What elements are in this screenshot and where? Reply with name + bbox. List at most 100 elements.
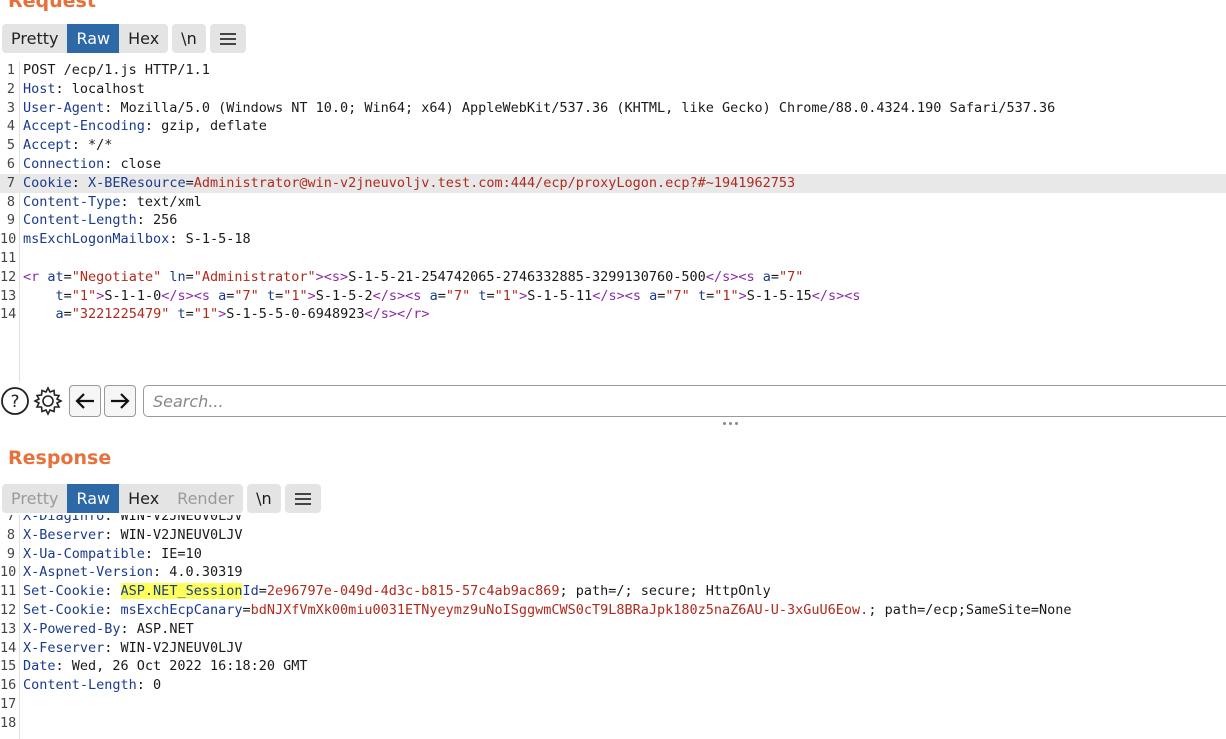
code-token: a [55, 306, 64, 323]
tab-raw[interactable]: Raw [67, 24, 120, 53]
code-line[interactable]: 12 <r at="Negotiate" ln="Administrator"><… [0, 268, 1226, 287]
previous-match-button[interactable] [69, 385, 101, 417]
request-tab-bar: Pretty Raw Hex \n [2, 24, 246, 53]
request-editor[interactable]: 1 POST /ecp/1.js HTTP/1.1 2 Host: localhost… [0, 61, 1226, 382]
code-token: = [63, 306, 72, 323]
code-token: Cookie [23, 174, 72, 191]
tab-render[interactable]: Render [168, 484, 243, 513]
code-line[interactable]: 9 X-Ua-Compatible: IE=10 [0, 545, 1226, 564]
code-token: : 4.0.30319 [153, 564, 243, 581]
code-line[interactable]: 5 Accept: */* [0, 136, 1226, 155]
code-token: "7" [665, 287, 690, 304]
code-token: at [47, 268, 64, 285]
code-token: = [185, 268, 194, 285]
newline-toggle-button[interactable]: \n [172, 24, 206, 53]
line-number: 13 [0, 620, 17, 637]
code-token: = [185, 174, 194, 191]
code-line[interactable]: 13 X-Powered-By: ASP.NET [0, 620, 1226, 639]
code-token: X-Powered-By [23, 620, 121, 637]
code-token: : */* [71, 137, 113, 154]
code-token: : WIN-V2JNEUV0LJV [104, 515, 243, 524]
request-menu-button[interactable] [209, 24, 246, 53]
drag-handle-icon[interactable] [720, 418, 740, 428]
line-number: 11 [0, 583, 17, 600]
code-line[interactable]: 15 Date: Wed, 26 Oct 2022 16:18:20 GMT [0, 657, 1226, 676]
hamburger-menu-icon [219, 32, 236, 45]
line-number: 16 [0, 677, 17, 694]
code-token: X-Beserver [23, 526, 105, 543]
response-menu-button[interactable] [284, 484, 321, 513]
next-match-button[interactable] [104, 385, 136, 417]
tab-hex[interactable]: Hex [119, 484, 168, 513]
code-text: <r at="Negotiate" ln="Administrator"><s>… [23, 268, 803, 287]
code-line[interactable]: 9 Content-Length: 256 [0, 211, 1226, 230]
search-input[interactable] [143, 385, 1226, 417]
code-line[interactable]: 3 User-Agent: Mozilla/5.0 (Windows NT 10.… [0, 99, 1226, 118]
code-token: t [697, 287, 707, 304]
code-line[interactable]: 11 [0, 249, 1226, 268]
code-token: POST /ecp/1.js HTTP/1.1 [23, 62, 210, 78]
code-line[interactable]: 8 Content-Type: text/xml [0, 193, 1226, 212]
code-text: X-Powered-By: ASP.NET [23, 620, 194, 639]
code-token: User-Agent [23, 99, 105, 116]
newline-toggle-button[interactable]: \n [247, 484, 281, 513]
code-line[interactable]: 6 Connection: close [0, 155, 1226, 174]
tab-raw[interactable]: Raw [67, 484, 120, 513]
code-token: = [63, 268, 72, 285]
code-line[interactable]: 12 Set-Cookie: msExchEcpCanary=bdNJXfVmXk… [0, 601, 1226, 620]
line-number: 12 [0, 268, 17, 285]
code-line[interactable]: 14 X-Feserver: WIN-V2JNEUV0LJV [0, 639, 1226, 658]
line-number: 4 [6, 118, 15, 135]
code-token: = [242, 602, 251, 618]
code-token: "1" [283, 287, 308, 304]
tab-hex[interactable]: Hex [119, 24, 168, 53]
code-line[interactable]: 7 Cookie: X-BEResource=Administrator@win-… [0, 173, 1226, 193]
search-bar: ? [0, 385, 1226, 417]
code-token: 2e96797e-049d-4d3c-b815-57c4ab9ac869 [266, 583, 560, 600]
code-token: > [519, 287, 528, 304]
code-token: "1" [494, 287, 520, 304]
tab-pretty[interactable]: Pretty [2, 24, 67, 53]
code-token: ; path=/; secure; HttpOnly [559, 583, 771, 600]
code-line[interactable]: 16 Content-Length: 0 [0, 676, 1226, 695]
code-token: msExchEcpCanary [120, 602, 243, 618]
code-line[interactable]: 7 X-DiagInfo: WIN-V2JNEUV0LJV [0, 515, 1226, 526]
code-token: : S-1-5-18 [169, 231, 251, 248]
code-token: t [55, 287, 64, 304]
code-line[interactable]: 14 a="3221225479" t="1">S-1-5-5-0-694892… [0, 305, 1226, 324]
code-line[interactable]: 1 POST /ecp/1.js HTTP/1.1 [0, 61, 1226, 80]
code-token: "Negotiate" [71, 268, 162, 285]
code-line[interactable]: 2 Host: localhost [0, 80, 1226, 99]
code-text: Connection: close [23, 155, 161, 174]
code-line[interactable]: 10 msExchLogonMailbox: S-1-5-18 [0, 230, 1226, 249]
code-line[interactable]: 18 [0, 714, 1226, 733]
code-token: a [429, 287, 438, 304]
code-token: "7" [779, 268, 804, 285]
code-text: X-Feserver: WIN-V2JNEUV0LJV [23, 639, 242, 658]
request-view-tabs: Pretty Raw Hex [2, 24, 169, 53]
code-line[interactable]: 11 Set-Cookie: ASP.NET_SessionId=2e96797e… [0, 582, 1226, 601]
code-token: </s><s [161, 287, 219, 304]
code-text: Date: Wed, 26 Oct 2022 16:18:20 GMT [23, 657, 307, 676]
code-text: Content-Length: 0 [23, 676, 161, 695]
code-line[interactable]: 10 X-Aspnet-Version: 4.0.30319 [0, 563, 1226, 582]
code-line[interactable]: 4 Accept-Encoding: gzip, deflate [0, 117, 1226, 136]
code-token: S-1-1-0 [104, 287, 162, 304]
code-text: a="3221225479" t="1">S-1-5-5-0-6948923</… [23, 305, 430, 324]
response-editor[interactable]: 7 X-DiagInfo: WIN-V2JNEUV0LJV 8 X-Beserver:… [0, 515, 1226, 739]
code-line[interactable]: 8 X-Beserver: WIN-V2JNEUV0LJV [0, 526, 1226, 545]
help-button[interactable]: ? [0, 386, 30, 416]
code-line[interactable]: 17 [0, 695, 1226, 714]
line-number: 7 [6, 515, 15, 524]
tab-pretty[interactable]: Pretty [2, 484, 67, 513]
code-token: "3221225479" [71, 306, 170, 323]
code-token: Accept [23, 137, 72, 154]
code-token: "7" [445, 287, 471, 304]
settings-button[interactable] [33, 386, 63, 416]
code-token: </s><s [592, 287, 650, 304]
code-line[interactable]: 13 t="1">S-1-1-0</s><s a="7" t="1">S-1-5… [0, 287, 1226, 306]
code-token: S-1-5-2 [315, 287, 373, 304]
